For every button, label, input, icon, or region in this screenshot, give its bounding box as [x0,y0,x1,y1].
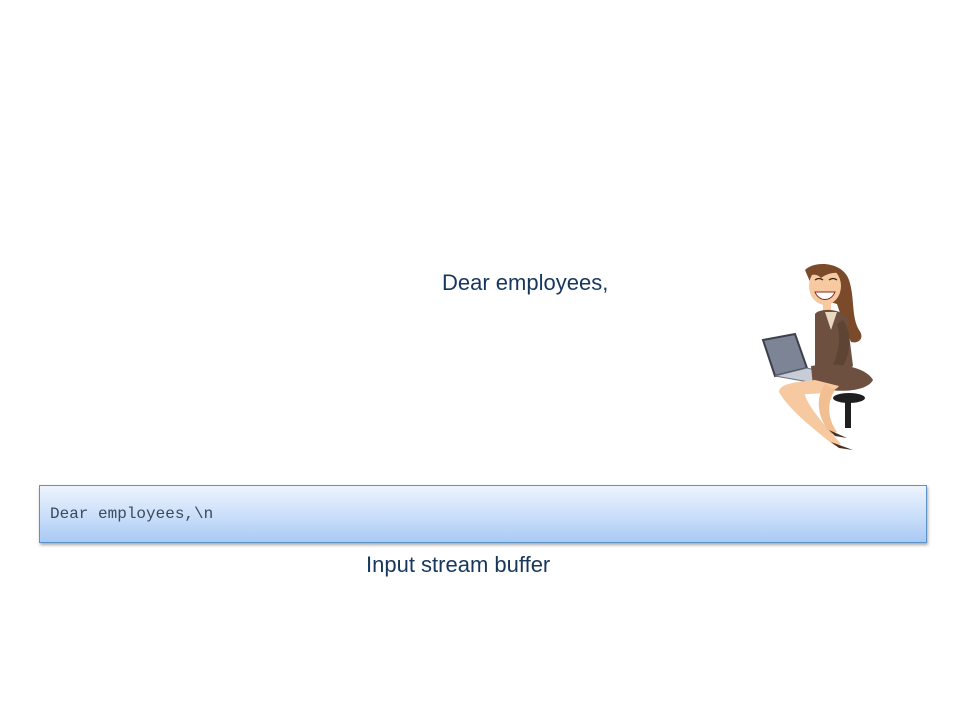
typed-text: Dear employees, [442,270,609,295]
woman-typing-laptop-icon [761,264,873,450]
buffer-caption: Input stream buffer [366,552,551,577]
buffer-content: Dear employees,\n [50,505,214,523]
input-buffer-box: Dear employees,\n [39,485,927,543]
